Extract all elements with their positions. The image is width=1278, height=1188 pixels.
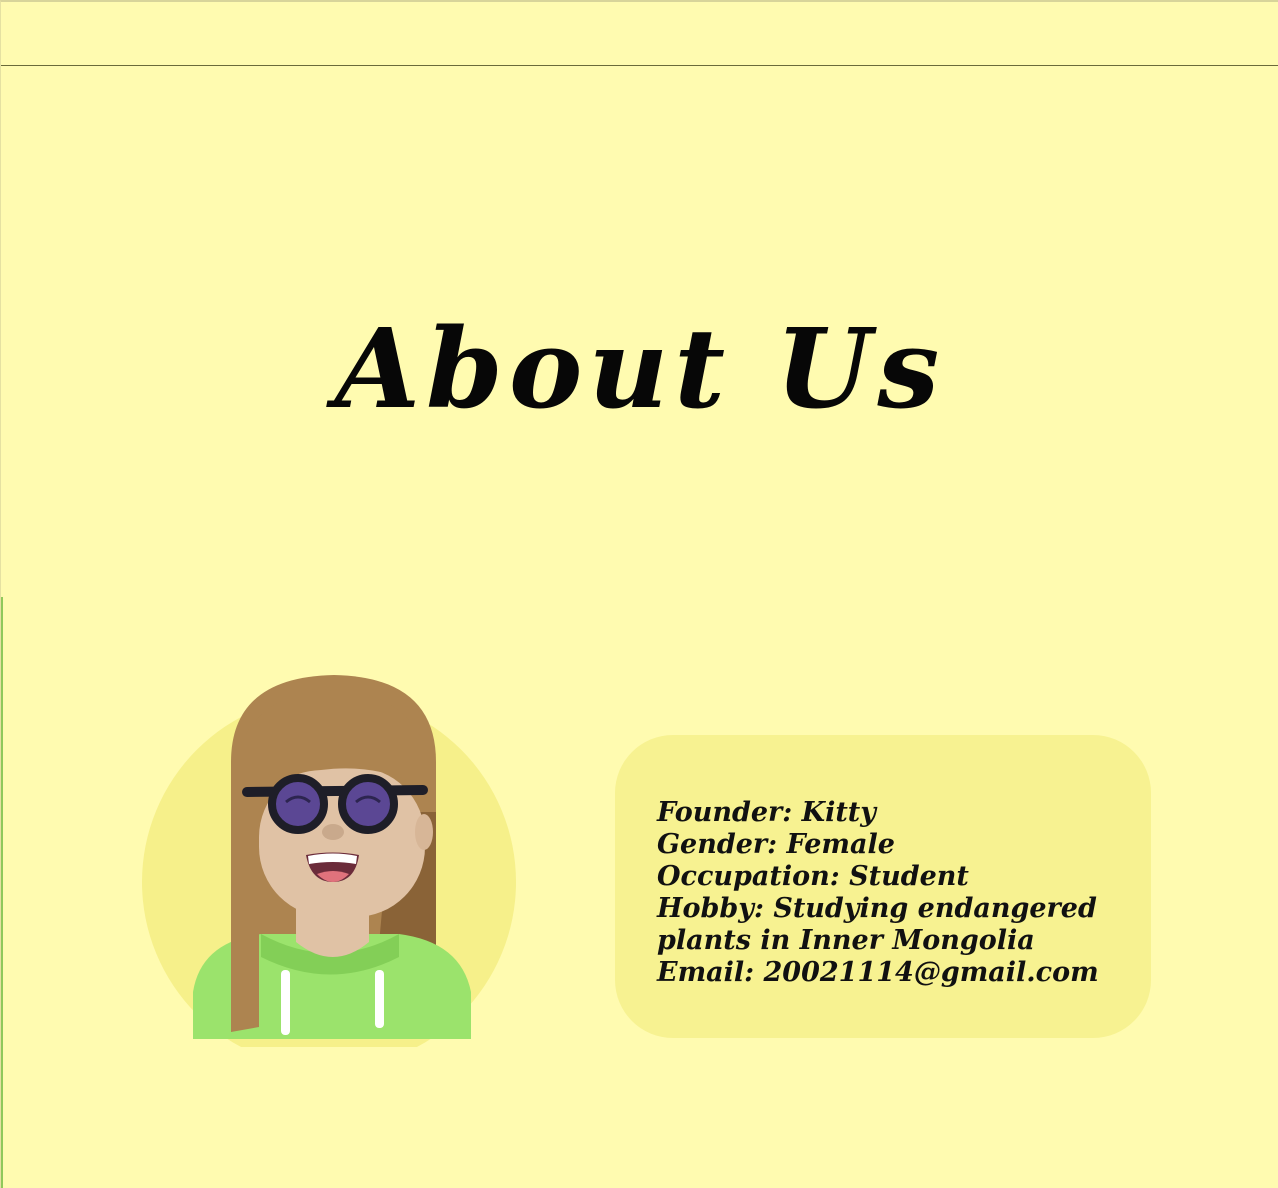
top-bar	[1, 2, 1278, 66]
founder-email: Email: 20021114@gmail.com	[657, 957, 1099, 988]
founder-occupation: Occupation: Student	[657, 861, 969, 892]
founder-hobby-line-1: Hobby: Studying endangered	[657, 893, 1097, 924]
about-page: About Us Founder: Kitty Gender: Female O…	[0, 0, 1278, 1188]
founder-avatar-icon	[142, 675, 516, 1047]
founder-gender: Gender: Female	[657, 829, 895, 860]
founder-info-card: Founder: Kitty Gender: Female Occupation…	[615, 735, 1151, 1038]
page-title: About Us	[334, 303, 946, 433]
left-edge-accent	[1, 597, 3, 1188]
founder-name: Founder: Kitty	[657, 797, 876, 828]
founder-hobby-line-2: plants in Inner Mongolia	[657, 925, 1035, 956]
